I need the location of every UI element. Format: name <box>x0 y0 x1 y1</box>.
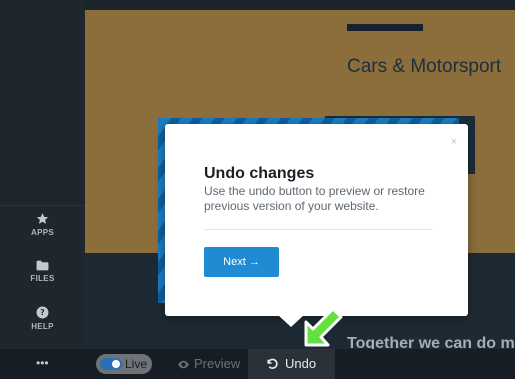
undo-icon <box>267 358 278 369</box>
arrow-pointer-icon <box>304 307 343 347</box>
undo-button[interactable]: Undo <box>248 349 335 379</box>
sidebar-item-apps[interactable]: APPS <box>0 212 85 237</box>
sidebar-divider <box>0 205 85 206</box>
popup-divider <box>204 229 433 230</box>
sidebar-item-label: HELP <box>31 322 54 331</box>
star-icon <box>36 213 49 224</box>
preview-button[interactable]: Preview <box>177 356 240 371</box>
folder-icon <box>36 260 49 271</box>
popup-description: Use the undo button to preview or restor… <box>204 184 425 213</box>
sidebar-item-files[interactable]: FILES <box>0 260 85 283</box>
hero-accent-bar <box>347 24 423 31</box>
hero-title: Cars & Motorsport <box>347 56 502 77</box>
next-button[interactable]: Next → <box>204 247 279 277</box>
live-label: Live <box>125 357 148 371</box>
help-icon: ? <box>36 306 49 319</box>
preview-label: Preview <box>194 356 241 371</box>
sidebar-item-label: FILES <box>30 274 55 283</box>
live-toggle-knob <box>100 358 122 370</box>
live-toggle[interactable]: Live <box>96 354 152 374</box>
undo-tutorial-popup: × Undo changes Use the undo button to pr… <box>165 124 468 316</box>
band-heading: Together we can do m <box>347 335 515 349</box>
svg-text:?: ? <box>40 308 44 317</box>
bottom-toolbar: ••• Live Preview Undo <box>0 349 515 379</box>
popup-title: Undo changes <box>204 165 315 182</box>
eye-icon <box>178 360 189 369</box>
sidebar-item-label: APPS <box>31 228 54 237</box>
left-sidebar: APPS FILES ? HELP <box>0 0 85 379</box>
undo-label: Undo <box>285 356 317 371</box>
close-icon[interactable]: × <box>451 136 457 148</box>
sidebar-item-help[interactable]: ? HELP <box>0 306 85 331</box>
more-button[interactable]: ••• <box>36 356 49 370</box>
